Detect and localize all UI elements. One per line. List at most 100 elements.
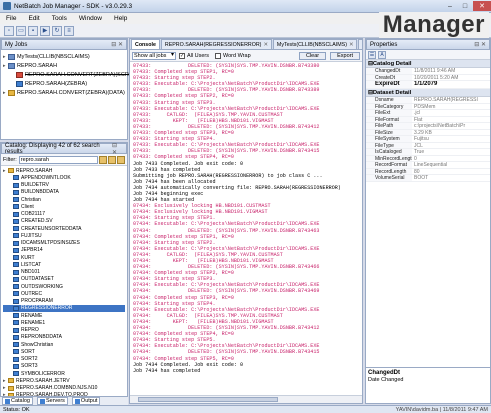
refresh-icon[interactable]: ↻ (52, 25, 62, 36)
job-tree-item[interactable]: REPRO.SARAH(ZEBRA) (3, 79, 125, 88)
new-icon[interactable]: ▫ (4, 25, 14, 36)
catalog-item[interactable]: ShowChristian (3, 341, 125, 348)
property-value: 1/1/2079 (414, 81, 438, 87)
catalog-item[interactable]: APPENDOWNTLOOK (3, 174, 125, 181)
property-grid: ⊟ Catalog Detail ChangedDt 11/8/2011 9:46 … (366, 60, 490, 182)
catalog-item[interactable]: COB21117 (3, 211, 125, 218)
menu-file[interactable]: File (6, 15, 16, 22)
tab-servers[interactable]: Servers (36, 397, 68, 405)
menu-window[interactable]: Window (79, 15, 102, 22)
catalog-item[interactable]: FUJITSU (3, 232, 125, 239)
console-tab[interactable]: REPRO.SARAH(REGRESSIONERROR) ✕ (160, 39, 272, 49)
pin-icon[interactable]: ⊟ ✕ (112, 142, 123, 156)
catalog-item[interactable]: Client (3, 203, 125, 210)
open-icon[interactable]: ▭ (16, 25, 26, 36)
job-filter-select[interactable]: Show all jobs (132, 51, 176, 60)
property-section[interactable]: ⊟ Catalog Detail (366, 60, 490, 68)
console-tab[interactable]: MyTests(CLLIB(NB)✕ (358, 39, 362, 49)
property-value: REPRO.SARAH(REGRESSI (414, 97, 478, 103)
catalog-item[interactable]: Christian (3, 196, 125, 203)
word-wrap-checkbox[interactable]: Word Wrap (215, 52, 251, 59)
console-log[interactable]: 07433: DELETED: (SYSIN)SYS.TMP.YAVIN.DSN… (130, 62, 362, 394)
all-users-checkbox[interactable]: ✓ All Users (179, 52, 209, 59)
catalog-item[interactable]: BUILDNBDDATA (3, 189, 125, 196)
clear-button[interactable]: Clear (298, 51, 327, 60)
catalog-item[interactable]: OUTDATASET (3, 276, 125, 283)
submit-icon[interactable]: ▶ (40, 25, 50, 36)
job-label: MyTests(CLLIB(NBSCLAIMS) (17, 53, 90, 60)
catalog-item[interactable]: SORT2 (3, 356, 125, 363)
console-tab[interactable]: Console (131, 39, 160, 49)
close-button[interactable]: ✕ (473, 1, 491, 11)
job-tree-item[interactable]: ▸ REPRO.SARAH.CONVERT(ZEBRA)(DATA) (3, 88, 125, 97)
console-tab-label: MyTests(CLLIB(NBSCLAIMS) (276, 41, 347, 48)
job-tree-item[interactable]: ▸ REPRO.SARAH (3, 61, 125, 70)
alphabetical-icon[interactable]: A (378, 50, 386, 59)
menu-edit[interactable]: Edit (28, 15, 39, 22)
filter-input[interactable]: repro.sarah (18, 155, 98, 164)
member-icon (13, 327, 19, 333)
property-section[interactable]: ⊟ Dataset Detail (366, 89, 490, 97)
catalog-item[interactable]: JEPBR14 (3, 247, 125, 254)
catalog-item[interactable]: REGRESSIONERROR (3, 304, 125, 312)
search-icon[interactable] (99, 155, 107, 164)
property-value: 3.29 KB (414, 129, 432, 136)
catalog-item-label: RENAME (21, 312, 43, 319)
folder-icon[interactable] (108, 155, 116, 164)
close-icon[interactable]: ✕ (263, 42, 267, 48)
minimize-button[interactable]: – (443, 1, 457, 11)
scrollbar-thumb[interactable] (138, 397, 278, 402)
catalog-item[interactable]: REPRO (3, 327, 125, 334)
catalog-item[interactable]: SYMBOLICERROR (3, 370, 125, 377)
catalog-item[interactable]: ▸ REPRO.SARAH.COMBND.NJS.N10 (3, 385, 125, 392)
property-row[interactable]: VolumeSerial BOOT (366, 175, 490, 182)
job-tree-item[interactable]: REPRO.SARAH.CONVERT(ZEBRA)(SCRIPT) (3, 70, 139, 79)
save-icon[interactable]: ▪ (28, 25, 38, 36)
refresh-icon[interactable] (117, 155, 125, 164)
catalog-title: Catalog: Displaying 42 of 62 search resu… (5, 142, 100, 155)
catalog-item[interactable]: CREATED.SV (3, 218, 125, 225)
catalog-item[interactable]: NBD101 (3, 269, 125, 276)
categorized-icon[interactable]: ☰ (368, 50, 376, 59)
catalog-item[interactable]: SORT3 (3, 363, 125, 370)
catalog-item[interactable]: PROCPARAM (3, 298, 125, 305)
catalog-item[interactable]: ▸ REPRO.SARAH (3, 167, 125, 174)
console-tab[interactable]: MyTests(CLLIB(NBSCLAIMS) ✕ (272, 39, 358, 49)
menu-tools[interactable]: Tools (52, 15, 67, 22)
property-row[interactable]: ExpireDt 1/1/2079 (366, 81, 490, 89)
catalog-item[interactable]: IDCAMSMLTPDSINSIZES (3, 240, 125, 247)
description-title: ChangedDt (368, 370, 400, 376)
property-key: FileCategory (366, 103, 412, 109)
description-text: Date Changed (368, 377, 404, 383)
close-icon[interactable]: ✕ (349, 42, 353, 48)
catalog-icon (5, 398, 10, 404)
maximize-button[interactable]: □ (458, 1, 472, 11)
filter-label: Filter: (3, 156, 17, 163)
tab-output[interactable]: Output (71, 397, 101, 405)
my-jobs-title: My Jobs (5, 41, 28, 48)
catalog-item[interactable]: BUILDETRV (3, 182, 125, 189)
job-tree-item[interactable]: ▸ MyTests(CLLIB(NBSCLAIMS) (3, 52, 125, 61)
catalog-item[interactable]: OUTREC (3, 290, 125, 297)
catalog-item[interactable]: SORT (3, 348, 125, 355)
pin-icon[interactable]: ⊟ ✕ (111, 41, 123, 48)
catalog-item-label: REPRONBDDATA (21, 334, 62, 341)
horizontal-scrollbar[interactable] (130, 395, 362, 403)
properties-icon[interactable]: ≡ (64, 25, 74, 36)
tab-catalog[interactable]: Catalog (2, 397, 33, 405)
catalog-item[interactable]: RENAME1 (3, 319, 125, 326)
catalog-item[interactable]: KURT (3, 254, 125, 261)
member-icon (13, 269, 19, 275)
catalog-item-label: OUTDSWORKING (21, 283, 63, 290)
menu-help[interactable]: Help (114, 15, 127, 22)
catalog-item[interactable]: ▸ REPRO.SARAH.JETRV (3, 377, 125, 384)
catalog-item[interactable]: RENAME (3, 312, 125, 319)
catalog-item[interactable]: OUTDSWORKING (3, 283, 125, 290)
export-button[interactable]: Export (330, 51, 360, 60)
catalog-item[interactable]: LISTCAT (3, 261, 125, 268)
catalog-item[interactable]: CREATEUNSORTEDDATA (3, 225, 125, 232)
catalog-item[interactable]: REPRONBDDATA (3, 334, 125, 341)
pin-icon[interactable]: ⊟ ✕ (474, 41, 486, 48)
member-icon (13, 247, 19, 253)
catalog-item-label: PROCPARAM (21, 298, 53, 305)
